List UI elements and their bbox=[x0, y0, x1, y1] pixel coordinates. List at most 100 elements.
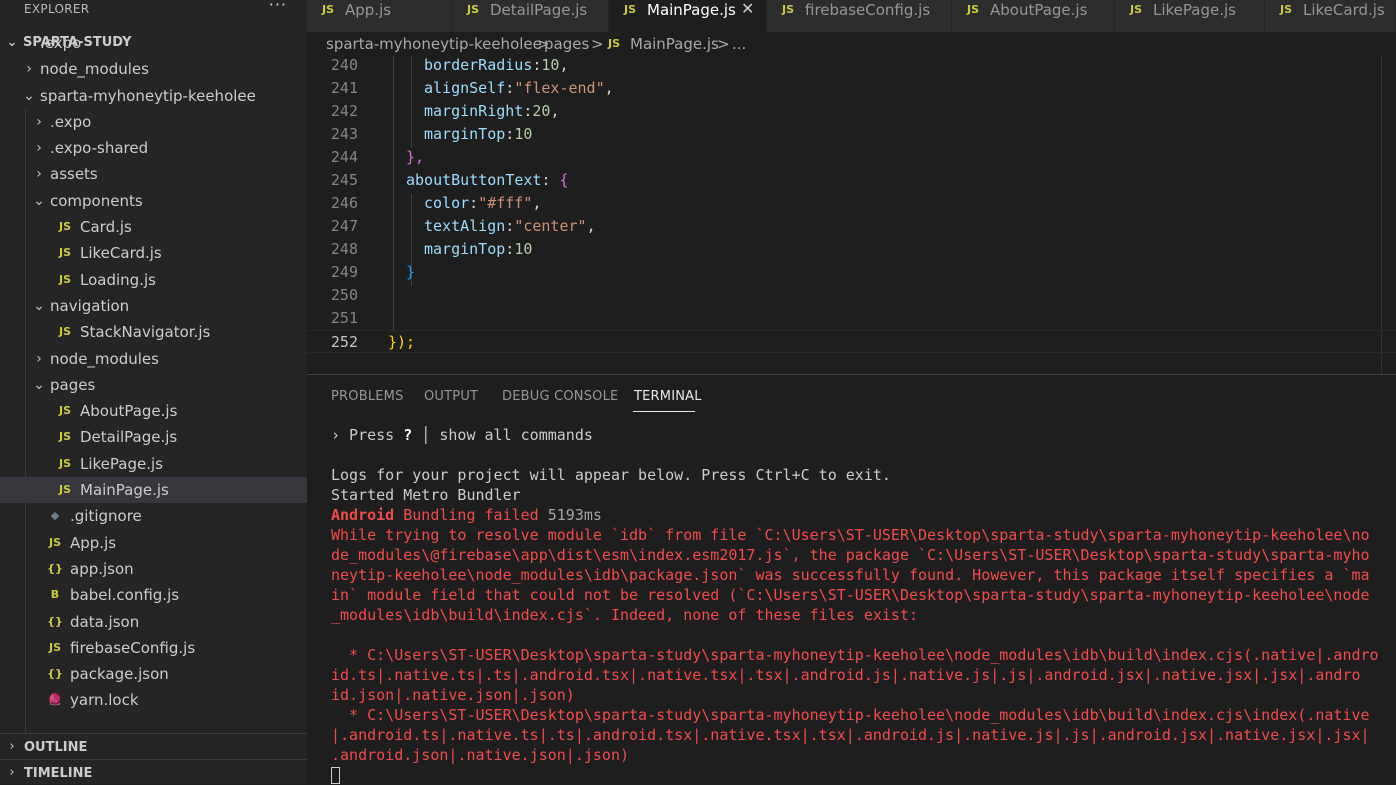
tree-file[interactable]: {} app.json bbox=[0, 556, 307, 582]
code-line: 248 marginTop:10 bbox=[307, 238, 1396, 261]
breadcrumb-symbol[interactable]: ... bbox=[732, 32, 746, 56]
tree-item-label: package.json bbox=[70, 665, 169, 684]
line-number: 249 bbox=[330, 263, 358, 281]
tree-item-label: LikePage.js bbox=[80, 454, 163, 473]
tree-file[interactable]: JS Card.js bbox=[0, 214, 307, 240]
code-value: "flex-end" bbox=[514, 79, 605, 97]
tab-likepage[interactable]: JS LikePage.js bbox=[1115, 0, 1265, 32]
tree-file[interactable]: JS firebaseConfig.js bbox=[0, 635, 307, 661]
code-property: marginTop bbox=[424, 125, 506, 143]
tab-problems[interactable]: PROBLEMS bbox=[331, 389, 404, 404]
breadcrumb-folder[interactable]: sparta-myhoneytip-keeholee bbox=[326, 32, 542, 56]
chevron-right-icon: › bbox=[9, 765, 15, 780]
line-number: 247 bbox=[330, 217, 358, 235]
outline-section[interactable]: › OUTLINE bbox=[0, 733, 307, 760]
error-line: While trying to resolve module `idb` fro… bbox=[331, 526, 1370, 544]
tab-likecard[interactable]: JS LikeCard.js bbox=[1265, 0, 1396, 32]
error-line: * C:\Users\ST-USER\Desktop\sparta-study\… bbox=[331, 646, 1379, 664]
close-icon[interactable]: ✕ bbox=[741, 0, 754, 19]
code-value: 10 bbox=[514, 240, 533, 258]
js-file-icon: JS bbox=[322, 3, 335, 16]
tree-file[interactable]: JS DetailPage.js bbox=[0, 424, 307, 450]
tree-folder[interactable]: › node_modules bbox=[0, 346, 307, 372]
tab-output[interactable]: OUTPUT bbox=[424, 389, 478, 404]
code-punctuation: : bbox=[505, 240, 515, 258]
code-punctuation: , bbox=[586, 217, 596, 235]
tab-aboutpage[interactable]: JS AboutPage.js bbox=[952, 0, 1115, 32]
tree-file[interactable]: JS AboutPage.js bbox=[0, 398, 307, 424]
timeline-section[interactable]: › TIMELINE bbox=[0, 759, 307, 784]
line-number: 250 bbox=[330, 286, 358, 304]
code-line: 252}); bbox=[307, 330, 1396, 353]
error-line: in` module field that could not be resol… bbox=[331, 586, 1370, 604]
tree-file[interactable]: JS App.js bbox=[0, 530, 307, 556]
code-property: marginRight bbox=[424, 102, 524, 120]
tree-folder[interactable]: ⌄ navigation bbox=[0, 293, 307, 319]
error-line: |.android.ts|.native.ts|.ts|.android.tsx… bbox=[331, 726, 1370, 744]
tree-file[interactable]: JS LikeCard.js bbox=[0, 240, 307, 266]
tab-detailpage[interactable]: JS DetailPage.js bbox=[452, 0, 609, 32]
tree-file[interactable]: JS StackNavigator.js bbox=[0, 319, 307, 345]
tree-folder[interactable]: › assets bbox=[0, 161, 307, 187]
code-text: textAlign:"center", bbox=[424, 215, 596, 238]
code-editor[interactable]: 240 borderRadius:10, 241 alignSelf:"flex-en… bbox=[307, 56, 1396, 374]
tree-folder[interactable]: › .expo bbox=[0, 30, 307, 56]
tab-debug-console[interactable]: DEBUG CONSOLE bbox=[502, 389, 618, 404]
tree-item-label: babel.config.js bbox=[70, 586, 180, 605]
tree-folder[interactable]: ⌄ sparta-myhoneytip-keeholee bbox=[0, 83, 307, 109]
js-file-icon: JS bbox=[58, 246, 71, 260]
tree-folder[interactable]: ⌄ pages bbox=[0, 372, 307, 398]
code-line: 247 textAlign:"center", bbox=[307, 215, 1396, 238]
code-line: 249} bbox=[307, 261, 1396, 284]
chevron-down-icon: ⌄ bbox=[33, 297, 45, 314]
tree-folder[interactable]: › node_modules bbox=[0, 56, 307, 82]
tree-folder[interactable]: › .expo bbox=[0, 109, 307, 135]
js-file-icon: JS bbox=[58, 220, 71, 234]
tree-item-label: components bbox=[50, 191, 143, 210]
breadcrumb-separator: > bbox=[717, 35, 730, 53]
platform-label: Android bbox=[331, 506, 395, 524]
chevron-right-icon: › bbox=[36, 113, 42, 130]
tree-file[interactable]: Bbabel.config.js bbox=[0, 582, 307, 608]
line-number: 248 bbox=[330, 240, 358, 258]
json-file-icon: {} bbox=[47, 561, 63, 575]
js-file-icon: JS bbox=[608, 37, 621, 50]
code-line: 243 marginTop:10 bbox=[307, 123, 1396, 146]
code-text: marginTop:10 bbox=[424, 123, 532, 146]
tree-file[interactable]: JS Loading.js bbox=[0, 267, 307, 293]
outline-label: OUTLINE bbox=[24, 740, 88, 755]
more-actions-icon[interactable]: ··· bbox=[269, 0, 287, 14]
tree-item-label: Loading.js bbox=[80, 270, 156, 289]
tree-file[interactable]: ◆ .gitignore bbox=[0, 503, 307, 529]
tree-file[interactable]: {} package.json bbox=[0, 661, 307, 687]
code-value: "#fff" bbox=[478, 194, 533, 212]
terminal-cursor bbox=[331, 767, 340, 784]
tab-firebaseconfig[interactable]: JS firebaseConfig.js bbox=[767, 0, 952, 32]
tree-file[interactable]: JS LikePage.js bbox=[0, 451, 307, 477]
chevron-right-icon: › bbox=[36, 166, 42, 183]
tree-folder[interactable]: ⌄ components bbox=[0, 188, 307, 214]
tree-item-label: .gitignore bbox=[70, 507, 142, 526]
tree-item-label: LikeCard.js bbox=[80, 244, 162, 263]
bottom-panel: PROBLEMS OUTPUT DEBUG CONSOLE TERMINAL ›… bbox=[307, 374, 1396, 784]
tab-terminal[interactable]: TERMINAL bbox=[634, 389, 702, 404]
breadcrumb-file[interactable]: MainPage.js bbox=[630, 32, 719, 56]
terminal-line: Logs for your project will appear below.… bbox=[331, 466, 891, 484]
tree-file[interactable]: JS MainPage.js bbox=[0, 477, 307, 504]
code-line: 242 marginRight:20, bbox=[307, 100, 1396, 123]
tree-item-label: pages bbox=[50, 375, 96, 394]
tree-file[interactable]: {} data.json bbox=[0, 609, 307, 635]
tab-app[interactable]: JS App.js bbox=[307, 0, 452, 32]
tree-item-label: MainPage.js bbox=[80, 481, 169, 500]
tree-file[interactable]: 🧶 yarn.lock bbox=[0, 687, 307, 713]
tree-item-label: .expo-shared bbox=[50, 139, 149, 158]
tab-mainpage[interactable]: JS MainPage.js ✕ bbox=[609, 0, 767, 32]
tree-folder[interactable]: › .expo-shared bbox=[0, 135, 307, 161]
code-value: 10 bbox=[514, 125, 533, 143]
breadcrumb-pages[interactable]: pages bbox=[544, 32, 589, 56]
code-line: 250 bbox=[307, 284, 1396, 307]
code-property: textAlign bbox=[424, 217, 506, 235]
terminal-prompt: › Press ? │ show all commands bbox=[331, 425, 593, 445]
code-line: 244}, bbox=[307, 146, 1396, 169]
line-number: 241 bbox=[330, 79, 358, 97]
